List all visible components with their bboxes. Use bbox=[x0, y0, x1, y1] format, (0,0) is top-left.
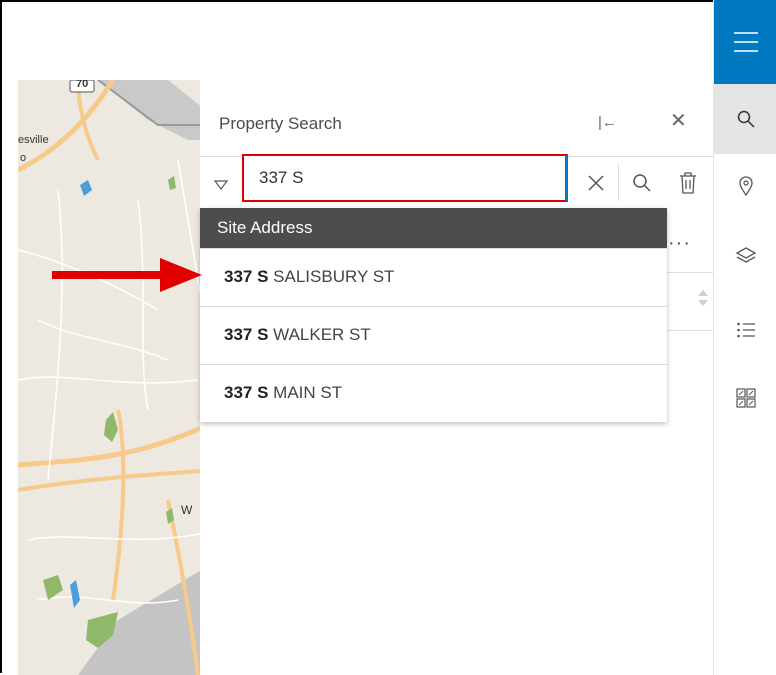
suggestion-match: 337 S bbox=[224, 383, 269, 402]
suggestion-match: 337 S bbox=[224, 325, 269, 344]
divider bbox=[667, 330, 713, 331]
hamburger-icon bbox=[733, 32, 758, 52]
layers-widget-button[interactable] bbox=[714, 236, 776, 276]
location-widget-button[interactable] bbox=[714, 166, 776, 206]
list-icon bbox=[736, 322, 755, 338]
layers-icon bbox=[735, 247, 756, 263]
search-icon[interactable] bbox=[624, 167, 660, 199]
clear-search-icon[interactable] bbox=[578, 167, 614, 199]
toolbar-divider bbox=[618, 163, 619, 201]
search-icon bbox=[737, 110, 755, 128]
divider bbox=[667, 272, 713, 273]
suggestion-match: 337 S bbox=[224, 267, 269, 286]
panel-title: Property Search bbox=[219, 114, 342, 133]
spinner-arrows-icon[interactable] bbox=[697, 288, 709, 313]
suggestion-item[interactable]: 337 S MAIN ST bbox=[200, 364, 667, 422]
collapse-panel-icon[interactable]: |← bbox=[598, 114, 617, 131]
search-row bbox=[200, 154, 713, 209]
map-pin-icon bbox=[738, 176, 753, 196]
widget-rail bbox=[713, 0, 776, 675]
annotation-arrow-icon bbox=[52, 258, 202, 297]
legend-widget-button[interactable] bbox=[714, 310, 776, 350]
suggestion-item[interactable]: 337 S SALISBURY ST bbox=[200, 248, 667, 306]
more-options-icon[interactable]: ··· bbox=[668, 232, 691, 255]
suggestion-item[interactable]: 337 S WALKER ST bbox=[200, 306, 667, 364]
search-widget-button[interactable] bbox=[714, 84, 776, 154]
suggestion-rest: WALKER ST bbox=[268, 325, 371, 344]
suggestion-rest: SALISBURY ST bbox=[268, 267, 395, 286]
grid-gallery-icon bbox=[735, 388, 756, 408]
trash-icon[interactable] bbox=[670, 167, 706, 199]
close-panel-icon[interactable]: ✕ bbox=[670, 108, 687, 133]
suggestion-rest: MAIN ST bbox=[268, 383, 343, 402]
suggestion-dropdown: Site Address 337 S SALISBURY ST 337 S WA… bbox=[200, 208, 667, 422]
suggestion-group-header: Site Address bbox=[200, 208, 667, 248]
basemap-gallery-widget-button[interactable] bbox=[714, 378, 776, 418]
filter-dropdown-icon[interactable] bbox=[213, 177, 229, 195]
menu-button[interactable] bbox=[714, 0, 776, 84]
search-input[interactable] bbox=[242, 154, 568, 202]
